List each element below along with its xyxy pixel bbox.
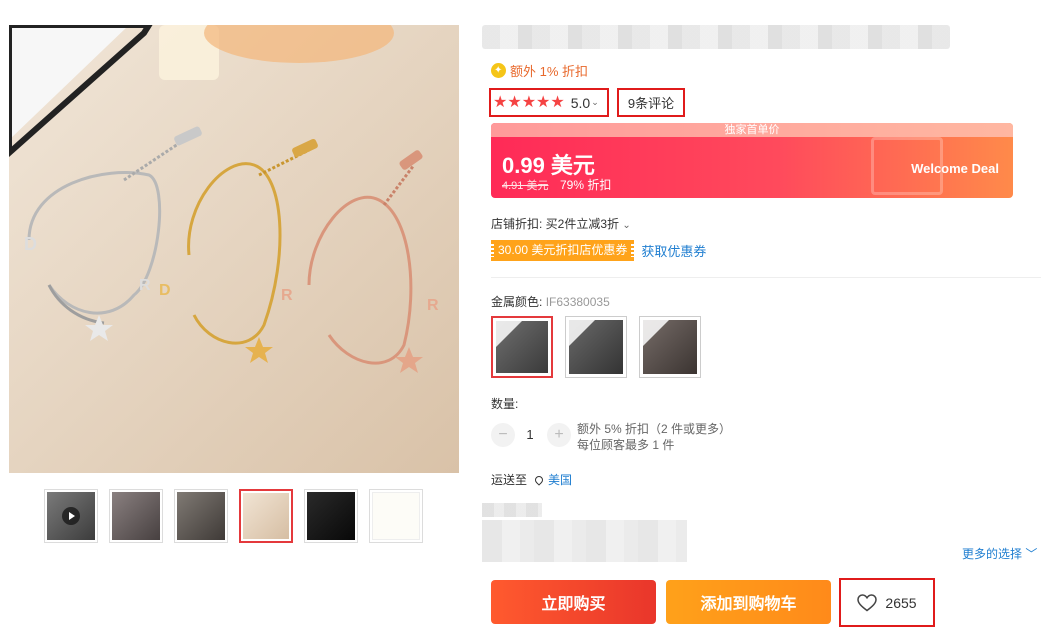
- quantity-decrease-button[interactable]: −: [491, 423, 515, 447]
- store-coupon: 30.00 美元折扣店优惠券: [489, 240, 636, 261]
- svg-text:R: R: [427, 297, 439, 314]
- rating-box[interactable]: ★★★★★ 5.0 ⌄: [489, 88, 609, 117]
- quantity-increase-button[interactable]: +: [547, 423, 571, 447]
- wishlist-count: 2655: [885, 594, 917, 611]
- thumbnail-image[interactable]: [304, 489, 358, 543]
- play-icon: [62, 507, 80, 525]
- location-pin-icon: [533, 473, 545, 486]
- svg-text:R: R: [281, 287, 293, 304]
- thumbnail-image-selected[interactable]: [239, 489, 293, 543]
- get-coupon-link[interactable]: 获取优惠券: [641, 241, 706, 260]
- thumbnail-image[interactable]: [174, 489, 228, 543]
- shipping-row: 运送至 美国: [491, 471, 572, 488]
- divider: [491, 277, 1041, 278]
- chevron-down-icon: ⌄: [591, 97, 599, 107]
- color-swatch[interactable]: [639, 316, 701, 378]
- extra-discount: 额外 1% 折扣: [491, 61, 588, 79]
- more-options-link[interactable]: 更多的选择 ﹀: [962, 545, 1037, 562]
- chevron-down-icon: ⌄: [622, 220, 631, 231]
- svg-text:D: D: [24, 234, 37, 254]
- thumbnail-image[interactable]: [109, 489, 163, 543]
- discount-percent: 79% 折扣: [560, 178, 612, 192]
- extra-discount-text: 额外 1% 折扣: [510, 63, 589, 79]
- thumbnail-strip: [44, 489, 434, 543]
- product-title-blurred: [482, 25, 950, 49]
- rating-value: 5.0: [570, 94, 591, 111]
- add-to-cart-button[interactable]: 添加到购物车: [666, 580, 831, 624]
- shipping-info-blurred: [482, 503, 542, 517]
- color-label-text: 金属颜色:: [491, 295, 543, 309]
- product-page: D R D R R ✦ 额外 1% 折扣 ★★★★★ 5.0 ⌄ 9条评论 独家…: [0, 0, 1059, 635]
- store-discount[interactable]: 店铺折扣: 买2件立减3折 ⌄: [491, 215, 631, 232]
- deal-banner-top: 独家首单价: [491, 123, 1013, 137]
- coupon-row: 30.00 美元折扣店优惠券 获取优惠券: [489, 240, 706, 261]
- quantity-label: 数量:: [491, 397, 519, 411]
- thumbnail-video[interactable]: [44, 489, 98, 543]
- reviews-link[interactable]: 9条评论: [617, 88, 685, 117]
- star-rating-icon: ★★★★★: [493, 93, 565, 111]
- welcome-deal-banner: 独家首单价 0.99 美元 4.91 美元 79% 折扣 Welcome Dea…: [491, 123, 1013, 198]
- color-swatch[interactable]: [565, 316, 627, 378]
- svg-text:R: R: [139, 277, 151, 294]
- svg-text:D: D: [159, 282, 171, 299]
- quantity-limit-note: 每位顾客最多 1 件: [577, 438, 675, 452]
- color-sku: IF63380035: [545, 295, 610, 309]
- buy-now-button[interactable]: 立即购买: [491, 580, 656, 624]
- shipping-details-blurred: [482, 520, 687, 562]
- chevron-down-icon: ﹀: [1025, 547, 1038, 561]
- shipping-label: 运送至: [491, 473, 528, 487]
- shipping-country-link[interactable]: 美国: [548, 471, 572, 488]
- main-product-image[interactable]: D R D R R: [9, 25, 459, 473]
- wishlist-button[interactable]: 2655: [839, 578, 935, 627]
- quantity-discount-note: 额外 5% 折扣（2 件或更多）: [577, 422, 732, 436]
- color-swatch-selected[interactable]: [491, 316, 553, 378]
- thumbnail-image[interactable]: [369, 489, 423, 543]
- original-price: 4.91 美元: [502, 180, 549, 192]
- store-discount-text: 店铺折扣: 买2件立减3折: [491, 217, 620, 231]
- more-options-text: 更多的选择: [962, 547, 1023, 561]
- heart-icon: [857, 593, 878, 611]
- coin-icon: [491, 62, 506, 78]
- color-label: 金属颜色: IF63380035: [491, 293, 610, 310]
- quantity-value[interactable]: 1: [522, 427, 538, 442]
- welcome-deal-label: Welcome Deal: [911, 161, 999, 176]
